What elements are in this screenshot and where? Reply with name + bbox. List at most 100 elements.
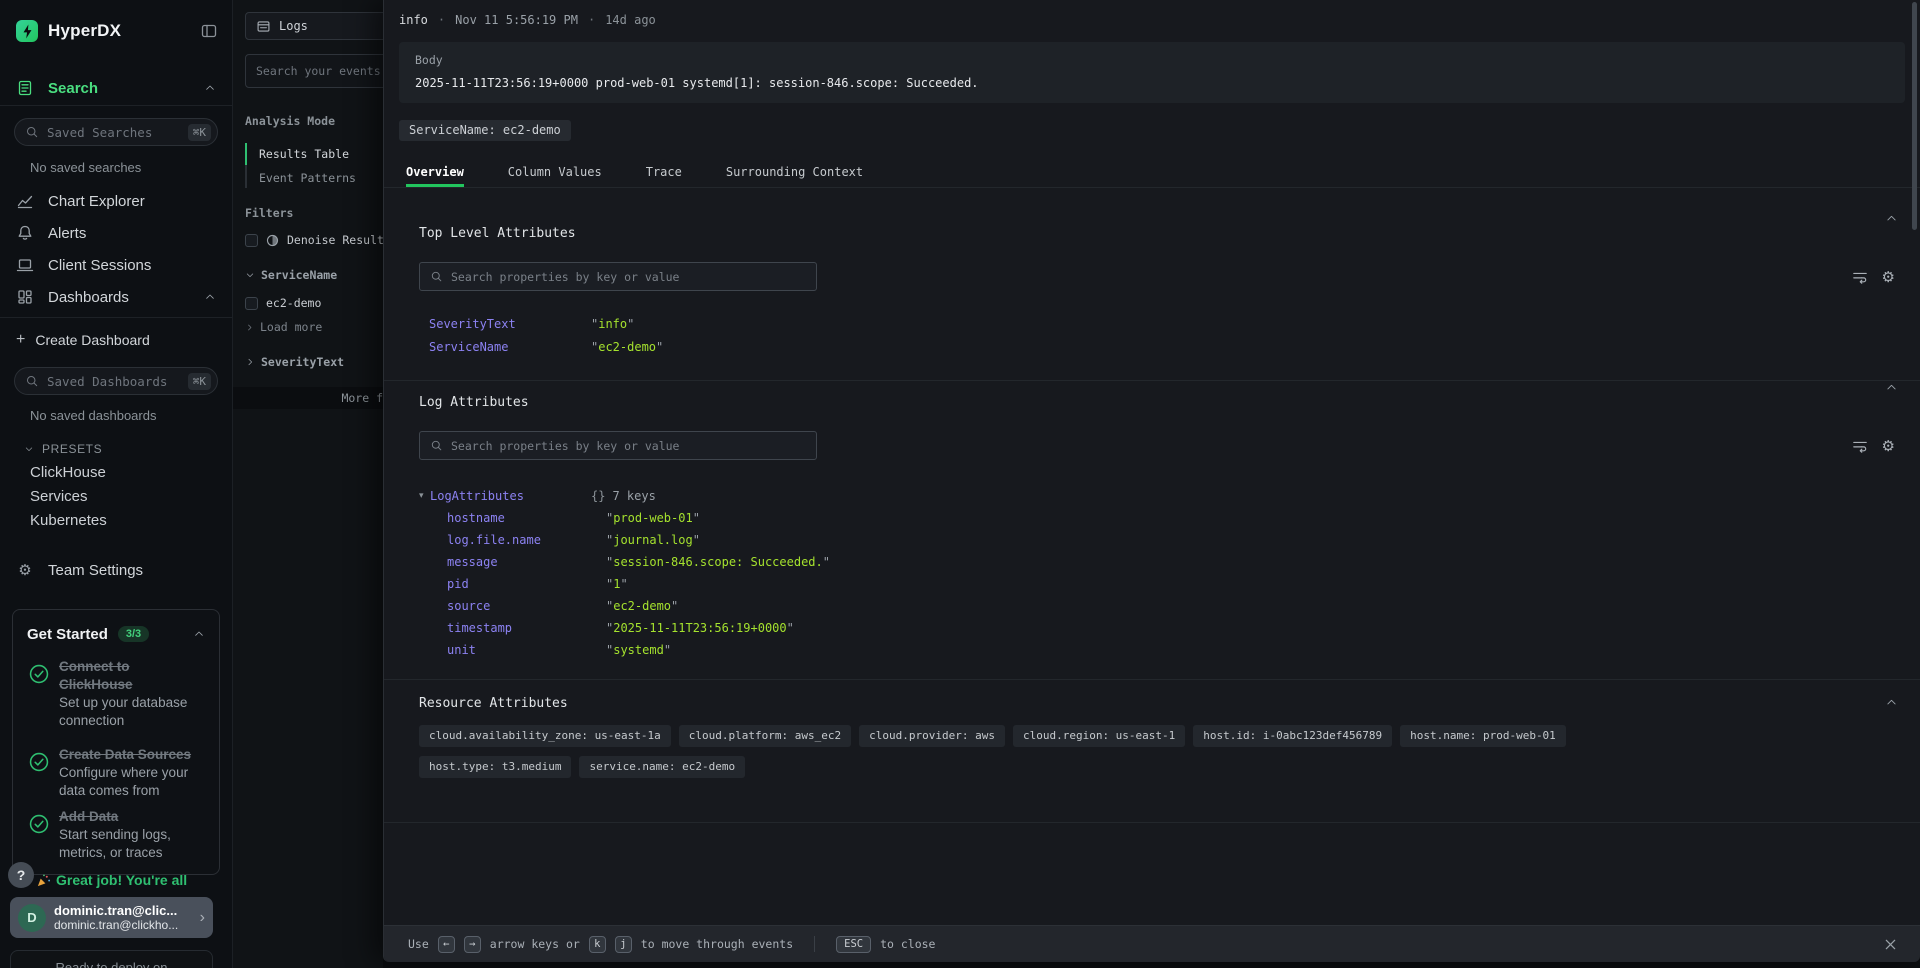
service-name-tag[interactable]: ServiceName: ec2-demo: [399, 120, 571, 141]
resource-chip[interactable]: host.id: i-0abc123def456789: [1193, 725, 1392, 747]
tab-overview[interactable]: Overview: [406, 162, 464, 187]
app-title: HyperDX: [48, 21, 121, 41]
saved-dashboards-field[interactable]: [47, 374, 188, 389]
sidebar-item-dashboards[interactable]: Dashboards: [0, 281, 232, 313]
attribute-value[interactable]: 1: [606, 577, 628, 591]
property-search-box[interactable]: [419, 262, 817, 291]
plus-icon: +: [16, 331, 25, 349]
resource-chip[interactable]: cloud.provider: aws: [859, 725, 1005, 747]
resource-chip[interactable]: host.type: t3.medium: [419, 756, 571, 778]
sidebar-collapse-icon[interactable]: [200, 22, 218, 40]
attribute-value[interactable]: journal.log: [606, 533, 700, 547]
scrollbar-thumb[interactable]: [1912, 2, 1917, 230]
attribute-key[interactable]: LogAttributes: [430, 489, 591, 503]
attribute-value[interactable]: 2025-11-11T23:56:19+0000: [606, 621, 794, 635]
sidebar-item-label: Chart Explorer: [48, 193, 145, 210]
sidebar-item-client-sessions[interactable]: Client Sessions: [0, 249, 232, 281]
gear-icon[interactable]: ⚙: [1882, 268, 1895, 286]
get-started-step-sources[interactable]: Create Data Sources Configure where your…: [27, 746, 205, 800]
filter-option-label: ec2-demo: [266, 296, 321, 310]
saved-searches-field[interactable]: [47, 125, 188, 140]
tab-surrounding-context[interactable]: Surrounding Context: [726, 162, 863, 187]
saved-searches-input[interactable]: ⌘K: [14, 118, 218, 146]
wrap-lines-icon[interactable]: [1852, 269, 1868, 285]
gear-icon[interactable]: ⚙: [1882, 437, 1895, 455]
sidebar-item-alerts[interactable]: Alerts: [0, 217, 232, 249]
chevron-up-icon[interactable]: [1885, 696, 1898, 709]
attribute-value[interactable]: ec2-demo: [591, 340, 663, 354]
divider: [814, 936, 815, 952]
divider: [0, 317, 232, 318]
attribute-key[interactable]: pid: [447, 577, 606, 591]
attribute-row: source ec2-demo: [447, 595, 1895, 617]
create-dashboard-button[interactable]: + Create Dashboard: [0, 328, 232, 352]
sidebar-item-search[interactable]: Search: [0, 76, 232, 100]
tab-trace[interactable]: Trace: [646, 162, 682, 187]
property-search-input[interactable]: [451, 270, 806, 284]
resource-chip[interactable]: cloud.platform: aws_ec2: [679, 725, 851, 747]
tab-column-values[interactable]: Column Values: [508, 162, 602, 187]
attribute-value[interactable]: systemd: [606, 643, 671, 657]
property-search-input[interactable]: [451, 439, 806, 453]
resource-chip[interactable]: host.name: prod-web-01: [1400, 725, 1566, 747]
drawer-scroll-area[interactable]: info · Nov 11 5:56:19 PM · 14d ago Body …: [384, 0, 1920, 925]
attribute-value[interactable]: ec2-demo: [606, 599, 678, 613]
source-select-button[interactable]: Logs: [245, 12, 383, 40]
sidebar-item-chart-explorer[interactable]: Chart Explorer: [0, 185, 232, 217]
more-filters-button[interactable]: More filters: [233, 387, 383, 409]
denoise-filter-row[interactable]: Denoise Results: [245, 230, 383, 250]
get-started-step-add-data[interactable]: Add Data Start sending logs, metrics, or…: [27, 808, 205, 862]
chevron-up-icon[interactable]: [204, 291, 216, 303]
attribute-key[interactable]: unit: [447, 643, 606, 657]
help-button[interactable]: ?: [8, 862, 34, 888]
preset-kubernetes[interactable]: Kubernetes: [0, 509, 232, 533]
attribute-key[interactable]: message: [447, 555, 606, 569]
resource-chip[interactable]: service.name: ec2-demo: [579, 756, 745, 778]
attribute-key[interactable]: log.file.name: [447, 533, 606, 547]
attribute-value[interactable]: session-846.scope: Succeeded.: [606, 555, 830, 569]
filter-group-servicename[interactable]: ServiceName: [245, 266, 383, 284]
property-search-box[interactable]: [419, 431, 817, 460]
tree-root-row[interactable]: ▾ LogAttributes {}7 keys: [419, 484, 1895, 507]
sidebar-item-team-settings[interactable]: ⚙ Team Settings: [0, 558, 232, 582]
chevron-up-icon[interactable]: [1885, 212, 1898, 225]
event-search-box[interactable]: [245, 54, 383, 88]
attribute-value[interactable]: prod-web-01: [606, 511, 700, 525]
chevron-up-icon[interactable]: [204, 82, 216, 94]
mode-results-table[interactable]: Results Table: [245, 142, 383, 166]
event-search-input[interactable]: [256, 64, 383, 78]
attribute-key[interactable]: source: [447, 599, 606, 613]
attribute-row: ServiceName ec2-demo: [429, 335, 1895, 358]
checkbox[interactable]: [245, 297, 258, 310]
attribute-key[interactable]: SeverityText: [429, 317, 591, 331]
get-started-step-connect[interactable]: Connect to ClickHouse Set up your databa…: [27, 658, 205, 730]
wrap-lines-icon[interactable]: [1852, 438, 1868, 454]
resource-chip[interactable]: cloud.availability_zone: us-east-1a: [419, 725, 671, 747]
checkbox[interactable]: [245, 234, 258, 247]
collapse-triangle-icon[interactable]: ▾: [419, 491, 430, 501]
mode-event-patterns[interactable]: Event Patterns: [245, 166, 383, 190]
chevron-up-icon[interactable]: [193, 628, 205, 640]
attribute-key[interactable]: timestamp: [447, 621, 606, 635]
check-circle-icon: [29, 752, 49, 800]
user-menu[interactable]: D dominic.tran@clic... dominic.tran@clic…: [10, 897, 213, 938]
arrow-left-key: ←: [438, 936, 455, 953]
sidebar-item-label: Alerts: [48, 225, 86, 242]
attribute-value[interactable]: info: [591, 317, 634, 331]
create-dashboard-label: Create Dashboard: [35, 332, 149, 348]
close-icon[interactable]: [1883, 937, 1898, 952]
presets-toggle[interactable]: PRESETS: [0, 441, 232, 457]
step-title: Create Data Sources: [59, 747, 191, 762]
resource-chip[interactable]: cloud.region: us-east-1: [1013, 725, 1185, 747]
preset-services[interactable]: Services: [0, 485, 232, 509]
filter-group-severitytext[interactable]: SeverityText: [245, 353, 383, 371]
deploy-teaser-card[interactable]: Ready to deploy on: [10, 950, 213, 968]
chevron-up-icon[interactable]: [1885, 381, 1898, 394]
saved-dashboards-input[interactable]: ⌘K: [14, 367, 218, 395]
no-saved-dashboards-text: No saved dashboards: [0, 408, 232, 424]
filter-option-ec2-demo[interactable]: ec2-demo: [245, 293, 383, 313]
attribute-key[interactable]: ServiceName: [429, 340, 591, 354]
preset-clickhouse[interactable]: ClickHouse: [0, 461, 232, 485]
load-more-button[interactable]: Load more: [245, 319, 383, 335]
attribute-key[interactable]: hostname: [447, 511, 606, 525]
